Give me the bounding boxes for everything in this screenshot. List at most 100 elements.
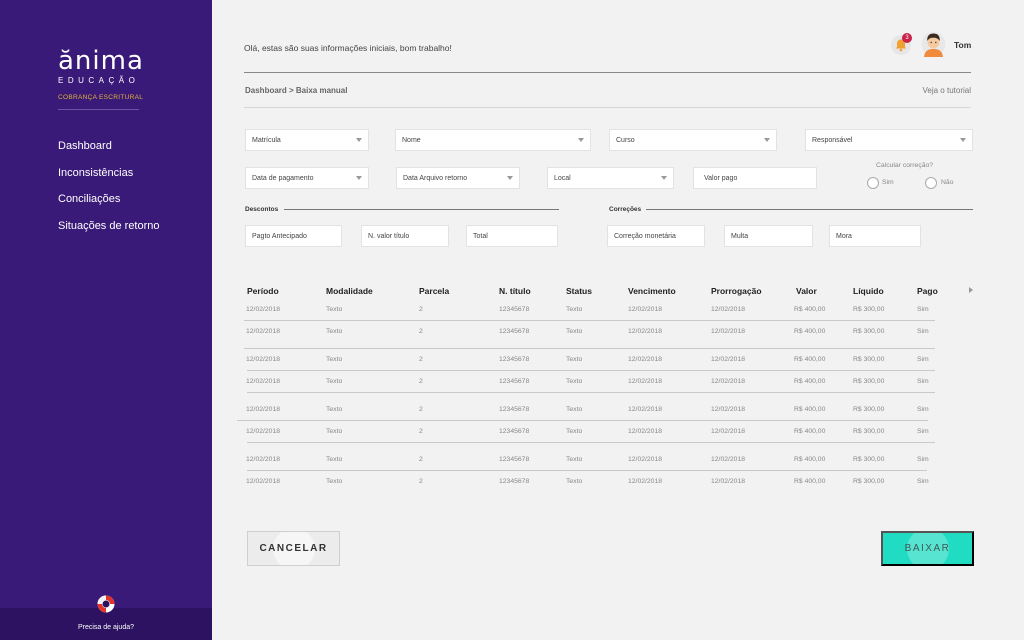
total-input[interactable]: Total <box>466 225 558 247</box>
logo-tagline: COBRANÇA ESCRITURAL <box>58 94 144 101</box>
avatar[interactable] <box>921 30 946 58</box>
descontos-divider <box>284 209 559 210</box>
cell-valor: R$ 400,00 <box>794 306 826 313</box>
row-divider <box>237 420 928 421</box>
cell-modalidade: Texto <box>326 428 343 435</box>
cell-vencimento: 12/02/2018 <box>628 406 663 413</box>
data-arquivo-select[interactable]: Data Arquivo retorno <box>396 167 520 189</box>
cell-status: Texto <box>566 356 583 363</box>
mora-input[interactable]: Mora <box>829 225 921 247</box>
col-header-n-titulo[interactable]: N. título <box>499 286 531 296</box>
col-header-parcela[interactable]: Parcela <box>419 286 449 296</box>
cell-pago: Sim <box>917 478 929 485</box>
cell-modalidade: Texto <box>326 456 343 463</box>
col-header-pago[interactable]: Pago <box>917 286 938 296</box>
cell-modalidade: Texto <box>326 306 343 313</box>
logo-subtitle: EDUCAÇÃO <box>58 76 140 85</box>
cell-modalidade: Texto <box>326 356 343 363</box>
row-divider <box>247 470 927 471</box>
cell-valor: R$ 400,00 <box>794 428 826 435</box>
cell-pago: Sim <box>917 456 929 463</box>
breadcrumb-divider <box>244 107 971 108</box>
correcao-nao-radio[interactable] <box>925 177 937 189</box>
col-header-liquido[interactable]: Líquido <box>853 286 884 296</box>
cell-n-titulo: 12345678 <box>499 406 530 413</box>
matricula-label: Matrícula <box>252 136 281 144</box>
multa-input[interactable]: Multa <box>724 225 813 247</box>
cell-prorrogacao: 12/02/2018 <box>711 478 746 485</box>
logo-wordmark: ănima <box>58 46 144 76</box>
cell-parcela: 2 <box>419 306 423 313</box>
data-pagamento-select[interactable]: Data de pagamento <box>245 167 369 189</box>
col-header-periodo[interactable]: Período <box>247 286 279 296</box>
cell-vencimento: 12/02/2018 <box>628 456 663 463</box>
nome-select[interactable]: Nome <box>395 129 591 151</box>
sidebar-item-inconsistencias[interactable]: Inconsistências <box>58 167 160 194</box>
cell-n-titulo: 12345678 <box>499 328 530 335</box>
curso-select[interactable]: Curso <box>609 129 777 151</box>
col-header-status[interactable]: Status <box>566 286 592 296</box>
sidebar-item-dashboard[interactable]: Dashboard <box>58 140 160 167</box>
local-select[interactable]: Local <box>547 167 674 189</box>
cell-periodo: 12/02/2018 <box>246 478 281 485</box>
cell-pago: Sim <box>917 306 929 313</box>
cell-valor: R$ 400,00 <box>794 478 826 485</box>
matricula-select[interactable]: Matrícula <box>245 129 369 151</box>
cell-prorrogacao: 12/02/2018 <box>711 406 746 413</box>
correcao-sim-label[interactable]: Sim <box>882 179 894 186</box>
sidebar-item-situacoes[interactable]: Situações de retorno <box>58 220 160 247</box>
pagto-antecipado-input[interactable]: Pagto Antecipado <box>245 225 342 247</box>
cell-periodo: 12/02/2018 <box>246 306 281 313</box>
n-valor-titulo-input[interactable]: N. valor título <box>361 225 449 247</box>
cell-periodo: 12/02/2018 <box>246 328 281 335</box>
cell-periodo: 12/02/2018 <box>246 378 281 385</box>
chevron-right-icon[interactable] <box>969 287 973 293</box>
correcoes-title: Correções <box>609 206 642 213</box>
chevron-down-icon <box>578 138 584 142</box>
tutorial-link[interactable]: Veja o tutorial <box>923 86 971 95</box>
cell-vencimento: 12/02/2018 <box>628 356 663 363</box>
n-valor-titulo-placeholder: N. valor título <box>368 232 410 240</box>
correcao-sim-radio[interactable] <box>867 177 879 189</box>
cell-vencimento: 12/02/2018 <box>628 328 663 335</box>
valor-pago-placeholder: Valor pago <box>704 174 738 182</box>
cell-liquido: R$ 300,00 <box>853 356 885 363</box>
correcoes-divider <box>646 209 973 210</box>
col-header-modalidade[interactable]: Modalidade <box>326 286 373 296</box>
user-name[interactable]: Tom <box>954 40 971 50</box>
col-header-prorrogacao[interactable]: Prorrogação <box>711 286 762 296</box>
sidebar-nav: Dashboard Inconsistências Conciliações S… <box>58 140 160 246</box>
cell-status: Texto <box>566 428 583 435</box>
baixar-label: BAIXAR <box>904 543 951 554</box>
cell-pago: Sim <box>917 378 929 385</box>
sidebar-item-conciliacoes[interactable]: Conciliações <box>58 193 160 220</box>
cell-liquido: R$ 300,00 <box>853 328 885 335</box>
correcao-monetaria-input[interactable]: Correção monetária <box>607 225 705 247</box>
cell-parcela: 2 <box>419 456 423 463</box>
responsavel-select[interactable]: Responsável <box>805 129 973 151</box>
help-label[interactable]: Precisa de ajuda? <box>0 624 212 631</box>
baixar-button[interactable]: BAIXAR <box>881 531 974 566</box>
sidebar: ănima EDUCAÇÃO COBRANÇA ESCRITURAL Dashb… <box>0 0 212 640</box>
cell-status: Texto <box>566 456 583 463</box>
cell-liquido: R$ 300,00 <box>853 428 885 435</box>
cell-parcela: 2 <box>419 406 423 413</box>
cell-periodo: 12/02/2018 <box>246 406 281 413</box>
calcular-correcao-label: Calcular correção? <box>876 162 934 169</box>
cell-n-titulo: 12345678 <box>499 378 530 385</box>
cell-pago: Sim <box>917 328 929 335</box>
cancel-button[interactable]: CANCELAR <box>247 531 340 566</box>
responsavel-label: Responsável <box>812 136 853 144</box>
valor-pago-input[interactable]: Valor pago <box>693 167 817 189</box>
cell-n-titulo: 12345678 <box>499 356 530 363</box>
cell-pago: Sim <box>917 428 929 435</box>
col-header-vencimento[interactable]: Vencimento <box>628 286 676 296</box>
cell-periodo: 12/02/2018 <box>246 356 281 363</box>
row-divider <box>244 348 935 349</box>
correcao-nao-label[interactable]: Não <box>941 179 953 186</box>
col-header-valor[interactable]: Valor <box>796 286 817 296</box>
lifebuoy-icon[interactable] <box>96 594 116 614</box>
cell-n-titulo: 12345678 <box>499 478 530 485</box>
cell-liquido: R$ 300,00 <box>853 478 885 485</box>
chevron-down-icon <box>356 138 362 142</box>
